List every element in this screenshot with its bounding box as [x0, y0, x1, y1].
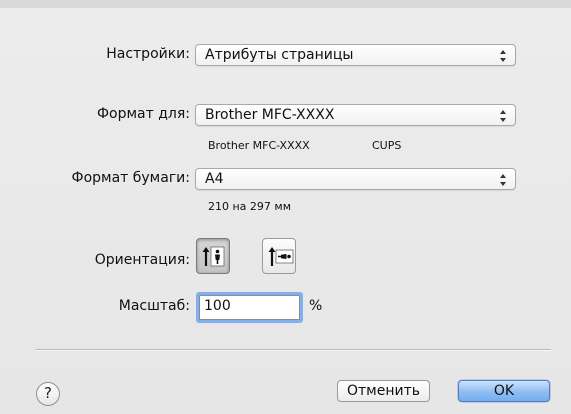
scale-unit: %	[309, 298, 323, 314]
settings-popup[interactable]: Атрибуты страницы	[195, 44, 516, 66]
settings-label: Настройки:	[106, 46, 190, 62]
portrait-orientation-button[interactable]	[196, 238, 230, 274]
portrait-orientation-icon	[202, 246, 225, 267]
format-for-label: Формат для:	[96, 106, 190, 122]
help-icon: ?	[44, 384, 52, 402]
printer-description: Brother MFC-XXXX	[208, 139, 310, 152]
cancel-button[interactable]: Отменить	[337, 380, 430, 402]
paper-size-popup-value: A4	[205, 171, 224, 187]
page-setup-dialog: Настройки: Атрибуты страницы Формат для:…	[0, 0, 571, 414]
ok-button[interactable]: OK	[458, 380, 550, 402]
orientation-label: Ориентация:	[94, 252, 190, 268]
scale-label: Масштаб:	[118, 298, 190, 314]
landscape-orientation-button[interactable]	[262, 238, 296, 274]
paper-dimensions: 210 на 297 мм	[208, 200, 292, 213]
format-for-popup[interactable]: Brother MFC-XXXX	[195, 104, 516, 126]
popup-arrows-icon	[500, 110, 506, 122]
scale-input[interactable]: 100	[199, 295, 300, 320]
popup-arrows-icon	[500, 50, 506, 62]
printer-driver: CUPS	[372, 139, 402, 152]
popup-arrows-icon	[500, 174, 506, 186]
separator	[36, 349, 551, 350]
help-button[interactable]: ?	[36, 382, 60, 406]
settings-popup-value: Атрибуты страницы	[205, 47, 354, 63]
format-for-popup-value: Brother MFC-XXXX	[205, 107, 335, 123]
landscape-orientation-icon	[268, 247, 294, 266]
paper-size-popup[interactable]: A4	[195, 168, 516, 190]
paper-size-label: Формат бумаги:	[71, 170, 190, 186]
